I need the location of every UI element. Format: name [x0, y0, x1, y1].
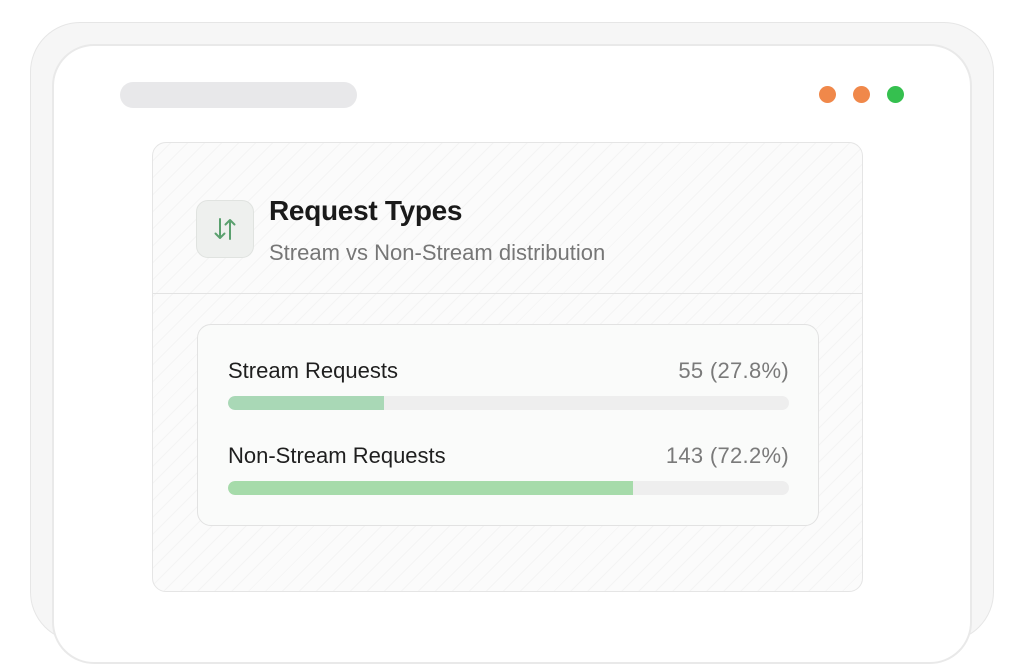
window-control-dot-1[interactable]	[819, 86, 836, 103]
sort-arrows-icon	[196, 200, 254, 258]
stats-panel: Stream Requests 55 (27.8%) Non-Stream Re…	[197, 324, 819, 526]
address-bar-placeholder	[120, 82, 357, 108]
window-control-dot-2[interactable]	[853, 86, 870, 103]
progress-fill	[228, 481, 634, 495]
progress-track	[228, 481, 789, 495]
progress-fill	[228, 396, 384, 410]
card-subtitle: Stream vs Non-Stream distribution	[269, 240, 606, 265]
card-title: Request Types	[269, 195, 463, 226]
stat-label: Stream Requests	[228, 358, 398, 383]
progress-track	[228, 396, 789, 410]
card-header: Request Types Stream vs Non-Stream distr…	[153, 143, 862, 294]
request-types-card: Request Types Stream vs Non-Stream distr…	[152, 142, 863, 592]
stat-value: 55 (27.8%)	[678, 358, 789, 383]
stat-value: 143 (72.2%)	[665, 443, 789, 468]
window-control-dot-3[interactable]	[887, 86, 904, 103]
stat-label: Non-Stream Requests	[228, 443, 446, 468]
